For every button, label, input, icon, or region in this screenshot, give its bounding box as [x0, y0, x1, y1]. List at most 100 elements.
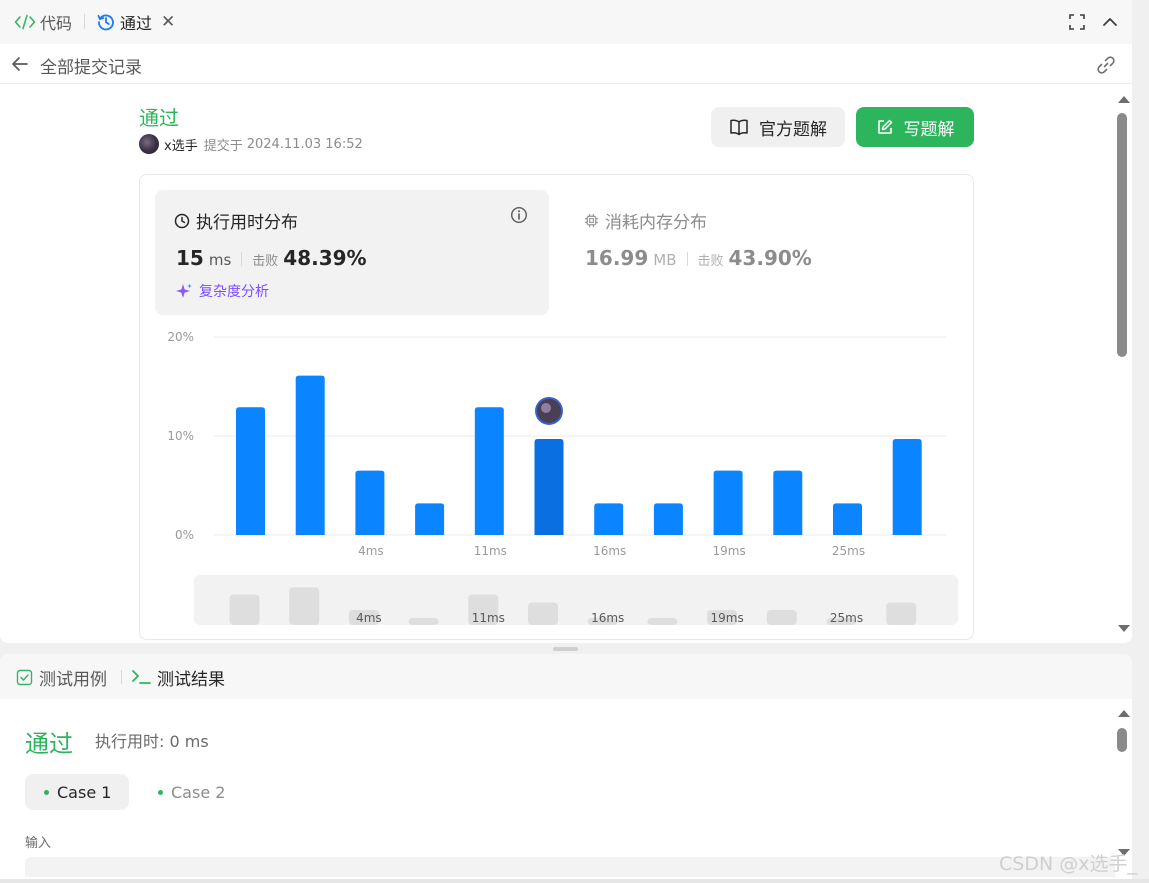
submission-panel: 代码 通过 ✕ 全部提交记录 通过 x选手 提交于 2024.11.03 16:…	[0, 0, 1132, 643]
scroll-down-arrow[interactable]	[1118, 625, 1130, 632]
submission-subbar: 全部提交记录	[0, 44, 1132, 84]
memory-distribution-box[interactable]: 消耗内存分布 16.99 MB 击败 43.90%	[570, 190, 960, 315]
code-icon	[14, 14, 36, 30]
chart-bar	[833, 503, 862, 535]
info-icon[interactable]	[510, 206, 528, 224]
chart-bar	[295, 375, 325, 535]
memory-beat-label: 击败	[697, 254, 724, 269]
history-icon	[97, 14, 114, 31]
terminal-icon	[132, 670, 151, 684]
runtime-value: 15	[176, 246, 204, 270]
bottom-border	[0, 879, 1149, 883]
memory-beat-percent: 43.90%	[728, 246, 812, 270]
tab-test-cases[interactable]: 测试用例	[16, 666, 107, 690]
case-2-label: Case 2	[171, 782, 226, 802]
runtime-metric: 15 ms 击败 48.39%	[176, 246, 367, 270]
overview-bar	[289, 587, 320, 625]
avatar[interactable]	[139, 134, 159, 154]
submitted-time: 2024.11.03 16:52	[246, 136, 363, 152]
runtime-unit: ms	[208, 251, 232, 269]
scroll-up-arrow[interactable]	[1118, 96, 1130, 103]
overview-tick-label: 19ms	[710, 611, 743, 625]
chart-bar	[653, 503, 683, 535]
scroll-up-arrow[interactable]	[1118, 710, 1130, 717]
scrollbar[interactable]	[1115, 706, 1131, 856]
book-icon	[730, 119, 748, 136]
overview-bar	[886, 602, 917, 625]
tab-divider	[84, 14, 85, 29]
complexity-analysis-link[interactable]: 复杂度分析	[175, 281, 269, 301]
write-solution-label: 写题解	[903, 119, 955, 140]
write-solution-button[interactable]: 写题解	[856, 107, 974, 147]
overview-tick-label: 11ms	[472, 611, 505, 625]
chart-bar	[236, 407, 265, 535]
y-tick-label: 20%	[167, 330, 194, 344]
scrollbar-thumb[interactable]	[1117, 113, 1127, 357]
complexity-label: 复杂度分析	[199, 284, 269, 300]
scrollbar-thumb[interactable]	[1117, 728, 1127, 752]
runtime-distribution-box[interactable]: 执行用时分布 15 ms 击败 48.39% 复杂度分析	[155, 190, 549, 315]
overview-bar	[528, 602, 558, 625]
chevron-up-icon[interactable]	[1099, 11, 1121, 33]
test-tab-bar: 测试用例 测试结果	[0, 654, 1132, 699]
tab-test-cases-label: 测试用例	[39, 669, 107, 690]
link-icon[interactable]	[1095, 54, 1117, 76]
tab-pass-label: 通过	[120, 14, 153, 33]
y-tick-label: 0%	[175, 528, 194, 542]
runtime-beat-percent: 48.39%	[283, 246, 367, 270]
chart-bar	[355, 470, 385, 535]
official-solution-button[interactable]: 官方题解	[711, 107, 845, 147]
input-value-box	[25, 857, 1115, 877]
x-tick-label: 19ms	[712, 544, 745, 558]
overview-tick-label: 4ms	[356, 611, 382, 625]
memory-unit: MB	[653, 251, 677, 269]
x-tick-label: 4ms	[358, 544, 384, 558]
scrollbar[interactable]	[1115, 92, 1131, 636]
chart-bar	[773, 470, 803, 535]
tab-submission-result[interactable]: 通过 ✕	[97, 11, 175, 33]
submission-status: 通过	[139, 106, 179, 130]
x-tick-label: 11ms	[474, 544, 507, 558]
metric-divider	[686, 252, 688, 266]
case-2-button[interactable]: Case 2	[144, 774, 244, 810]
all-submissions-link[interactable]: 全部提交记录	[40, 53, 142, 78]
tab-divider	[121, 670, 122, 684]
tab-test-results-label: 测试结果	[157, 669, 225, 690]
overview-bar	[647, 617, 678, 625]
tab-code[interactable]: 代码	[14, 11, 72, 33]
case-1-button[interactable]: Case 1	[25, 774, 129, 810]
edit-icon	[877, 119, 892, 134]
clock-icon	[174, 213, 190, 228]
memory-value: 16.99	[585, 246, 649, 270]
y-tick-label: 10%	[167, 429, 194, 443]
memory-title-text: 消耗内存分布	[605, 213, 707, 233]
chart-bar	[534, 438, 564, 535]
sparkle-icon	[176, 283, 192, 298]
pass-dot	[158, 789, 163, 795]
chart-bar	[713, 470, 743, 535]
submitter-info: x选手 提交于 2024.11.03 16:52	[139, 133, 363, 155]
checkbox-icon	[16, 669, 33, 685]
close-icon[interactable]: ✕	[161, 12, 175, 32]
test-result-status: 通过	[25, 730, 73, 758]
runtime-title: 执行用时分布	[174, 208, 298, 233]
app-root: 代码 通过 ✕ 全部提交记录 通过 x选手 提交于 2024.11.03 16:…	[0, 0, 1149, 883]
x-tick-label: 16ms	[593, 544, 626, 558]
overview-tick-label: 25ms	[830, 611, 863, 625]
fullscreen-icon[interactable]	[1066, 11, 1088, 33]
chart-bar	[474, 407, 504, 535]
panel-resize-handle[interactable]	[553, 647, 578, 651]
tab-test-results[interactable]: 测试结果	[131, 666, 225, 690]
performance-card: 执行用时分布 15 ms 击败 48.39% 复杂度分析 消耗内存分布 16.9…	[139, 174, 974, 640]
input-label: 输入	[25, 836, 52, 851]
arrow-left-icon[interactable]	[10, 54, 30, 74]
metric-divider	[241, 252, 243, 266]
avatar-marker-detail	[541, 402, 551, 413]
chip-icon	[584, 213, 599, 228]
pass-dot	[44, 789, 49, 795]
watermark: CSDN @x选手_	[999, 853, 1137, 875]
overview-bar	[766, 609, 797, 625]
username[interactable]: x选手	[164, 135, 198, 154]
memory-metric: 16.99 MB 击败 43.90%	[585, 246, 812, 270]
chart-bar	[892, 438, 922, 535]
